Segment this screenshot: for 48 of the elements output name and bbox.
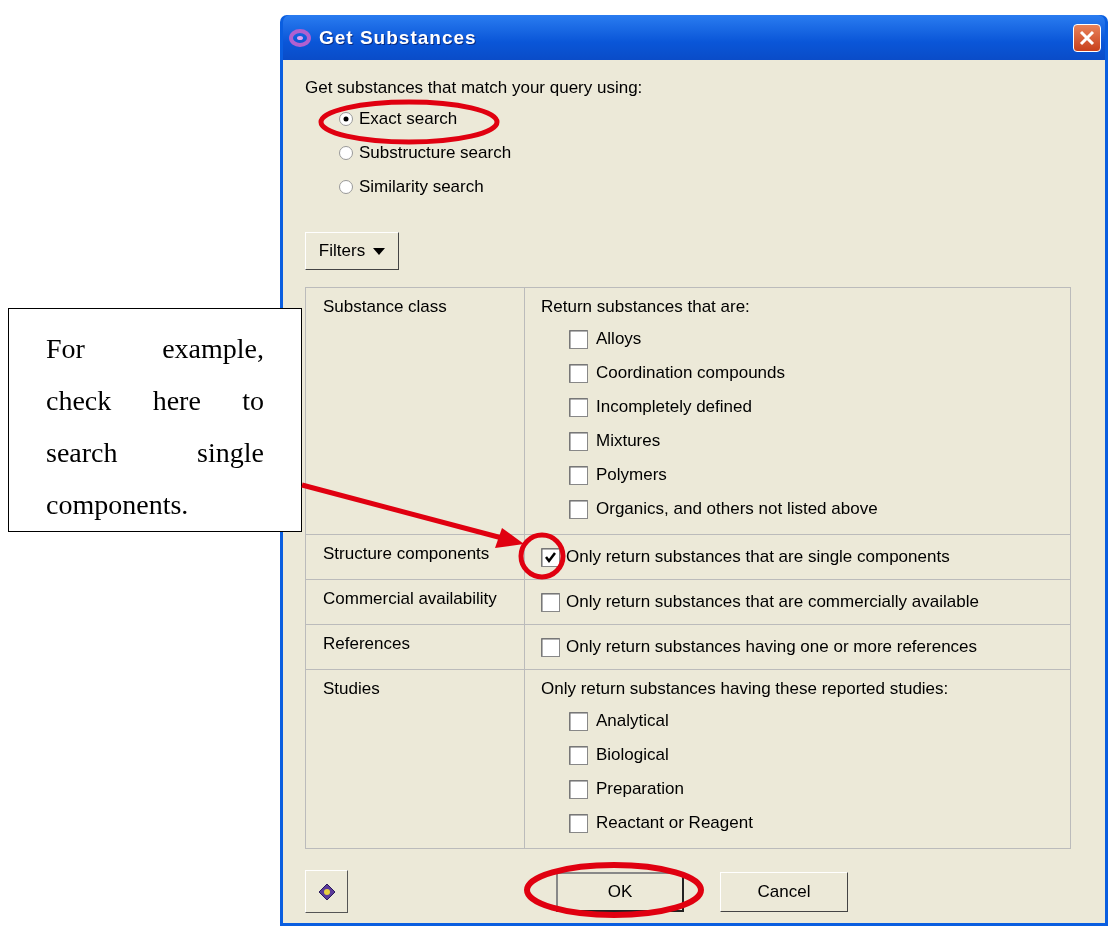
checkbox-label[interactable]: Preparation [596, 779, 684, 799]
radio-button[interactable] [339, 112, 353, 126]
checkbox[interactable] [569, 329, 588, 349]
checkbox[interactable] [541, 637, 560, 657]
dialog-button[interactable]: Cancel [720, 871, 848, 912]
checkbox[interactable] [569, 431, 588, 451]
close-icon [1078, 28, 1096, 47]
checkbox-label[interactable]: Biological [596, 745, 669, 765]
filter-name: Structure components [323, 544, 490, 563]
filter-name: Commercial availability [323, 589, 497, 608]
prompt-text: Get substances that match your query using: [305, 78, 644, 99]
annotation-circle [518, 532, 566, 580]
filter-name: Studies [323, 679, 380, 698]
help-icon [317, 882, 336, 901]
filter-heading: Only return substances having these reported studies: [541, 679, 950, 700]
checkbox-label[interactable]: Reactant or Reagent [596, 813, 753, 833]
checkbox-label[interactable]: Mixtures [596, 431, 661, 451]
checkbox[interactable] [569, 779, 588, 799]
filter-name: References [323, 634, 410, 653]
checkbox[interactable] [569, 499, 588, 519]
radio-button[interactable] [339, 146, 353, 160]
help-button[interactable] [305, 870, 348, 913]
checkbox[interactable] [569, 745, 588, 765]
callout-note: For example, check here to search single components. [8, 308, 302, 532]
radio-label[interactable]: Substructure search [359, 143, 512, 163]
checkbox[interactable] [569, 711, 588, 731]
checkbox-label[interactable]: Coordination compounds [596, 363, 785, 383]
checkbox[interactable] [541, 547, 560, 567]
checkbox-label[interactable]: Incompletely defined [596, 397, 752, 417]
filters-button[interactable]: Filters [305, 232, 399, 270]
checkbox[interactable] [541, 592, 560, 612]
checkbox-label[interactable]: Organics, and others not listed above [596, 499, 878, 519]
close-button[interactable] [1073, 23, 1101, 52]
app-icon [289, 26, 311, 49]
radio-button[interactable] [339, 180, 353, 194]
checkbox[interactable] [569, 465, 588, 485]
checkbox-label[interactable]: Analytical [596, 711, 669, 731]
checkbox[interactable] [569, 813, 588, 833]
checkbox[interactable] [569, 363, 588, 383]
checkbox-label[interactable]: Polymers [596, 465, 667, 485]
checkbox[interactable] [569, 397, 588, 417]
filter-name: Substance class [323, 297, 447, 316]
checkbox-label[interactable]: Alloys [596, 329, 642, 349]
dropdown-icon [373, 247, 386, 255]
radio-label[interactable]: Similarity search [359, 177, 484, 197]
window-title: Get Substances [319, 26, 478, 49]
filter-heading: Return substances that are: [541, 297, 751, 318]
dialog-button[interactable]: OK [556, 871, 684, 912]
